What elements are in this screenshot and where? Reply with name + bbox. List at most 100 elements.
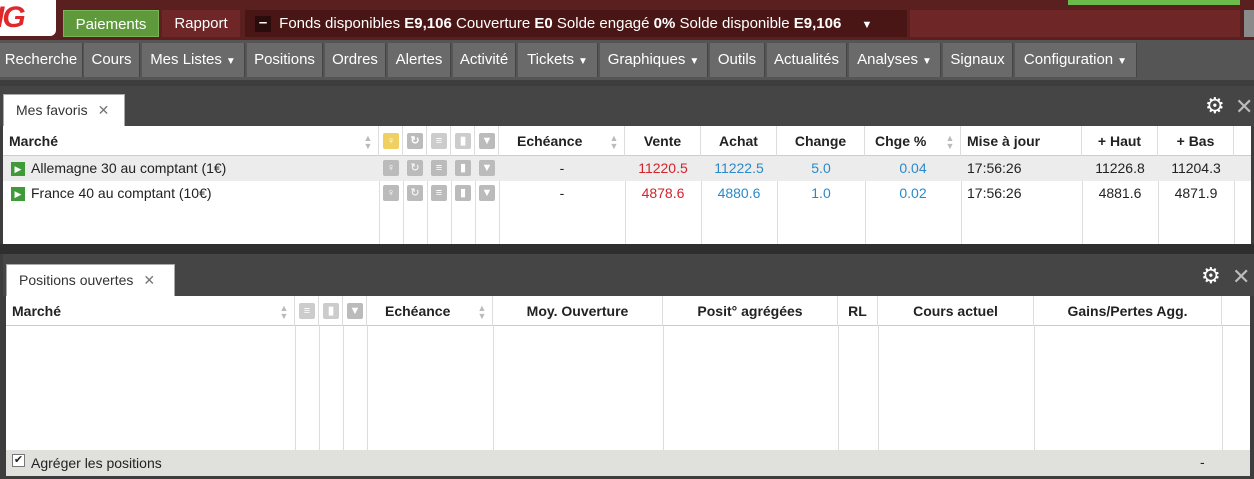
favoris-grid: Marché ▲ ▼ ♀ ↻ ≡ ▮ ▼ Echéance ▲ ▼ Vente Acha… (3, 126, 1251, 244)
row-vente[interactable]: 11220.5 (625, 156, 701, 181)
col-label: Marché (9, 133, 59, 149)
nav-label: Recherche (4, 51, 78, 68)
col-echeance[interactable]: Echéance ▲ ▼ (499, 126, 625, 156)
nav-cours[interactable]: Cours (84, 43, 140, 77)
close-panel-icon[interactable]: ✕ (1235, 94, 1253, 120)
alert-icon[interactable]: ♀ (383, 185, 399, 201)
col-label: + Bas (1176, 133, 1215, 149)
sort-icon[interactable]: ▲ ▼ (608, 134, 620, 151)
row-vente[interactable]: 4878.6 (625, 181, 701, 206)
nav-analyses[interactable]: Analyses ▼ (849, 43, 941, 77)
col-moy-ouverture[interactable]: Moy. Ouverture (493, 296, 663, 326)
nav-mes-listes[interactable]: Mes Listes ▼ (142, 43, 245, 77)
play-icon[interactable]: ▶ (11, 187, 25, 201)
col-marche[interactable]: Marché ▲ ▼ (3, 126, 379, 156)
alert-icon[interactable]: ♀ (383, 160, 399, 176)
aggregate-checkbox[interactable]: ✔ (12, 454, 25, 467)
row-bas: 4871.9 (1174, 185, 1218, 201)
nav-actualites[interactable]: Actualités (767, 43, 847, 77)
row-marche[interactable]: France 40 au comptant (10€) (31, 181, 212, 206)
col-label: Moy. Ouverture (526, 303, 629, 319)
tab-mes-favoris[interactable]: Mes favoris ✕ (3, 94, 125, 126)
col-posit-agregees[interactable]: Posit° agrégées (663, 296, 838, 326)
col-cours-actuel[interactable]: Cours actuel (878, 296, 1034, 326)
close-panel-icon[interactable]: ✕ (1232, 264, 1250, 290)
caret-down-icon: ▼ (225, 56, 236, 67)
refresh-icon[interactable]: ↻ (407, 185, 423, 201)
account-summary[interactable]: – Fonds disponibles E9,106 Couverture E0… (245, 10, 907, 37)
panel-splitter[interactable] (0, 244, 1254, 254)
funds-label: Fonds disponibles (279, 15, 401, 32)
col-change[interactable]: Change (777, 126, 865, 156)
row-maj: 17:56:26 (967, 185, 1022, 201)
sort-icon[interactable]: ▲ ▼ (944, 134, 956, 151)
couverture-value: E0 (534, 15, 553, 32)
nav-label: Ordres (332, 51, 378, 68)
nav-activite[interactable]: Activité (453, 43, 516, 77)
play-icon[interactable]: ▶ (11, 162, 25, 176)
nav-configuration[interactable]: Configuration ▼ (1015, 43, 1137, 77)
table-row[interactable]: ▶ France 40 au comptant (10€) ♀ ↻ ≡ ▮ ▼ … (3, 181, 1251, 206)
nav-graphiques[interactable]: Graphiques ▼ (600, 43, 708, 77)
col-rl[interactable]: RL (838, 296, 878, 326)
col-label: Cours actuel (913, 303, 998, 319)
sort-icon[interactable]: ▲ ▼ (476, 304, 488, 321)
chart-icon[interactable]: ▮ (455, 160, 471, 176)
col-marche[interactable]: Marché ▲ ▼ (6, 296, 295, 326)
news-icon: ≡ (431, 133, 447, 149)
dispo-label: Solde disponible (679, 15, 790, 32)
col-vente[interactable]: Vente (625, 126, 701, 156)
close-icon[interactable]: ✕ (143, 272, 155, 288)
refresh-icon[interactable]: ↻ (407, 160, 423, 176)
logo-text: IG (0, 1, 26, 34)
col-chge-pct[interactable]: Chge % ▲ ▼ (865, 126, 961, 156)
nav-label: Configuration (1023, 51, 1114, 68)
nav-label: Analyses (857, 51, 918, 68)
sort-icon[interactable]: ▲ ▼ (278, 304, 290, 321)
col-maj[interactable]: Mise à jour (961, 126, 1082, 156)
positions-footer: ✔ Agréger les positions - (6, 450, 1250, 476)
row-maj: 17:56:26 (967, 160, 1022, 176)
nav-alertes[interactable]: Alertes (388, 43, 451, 77)
news-icon[interactable]: ≡ (431, 185, 447, 201)
refresh-icon: ↻ (407, 133, 423, 149)
col-echeance[interactable]: Echéance ▲ ▼ (367, 296, 493, 326)
chevron-down-icon[interactable]: ▼ (862, 19, 873, 31)
col-gains-pertes[interactable]: Gains/Pertes Agg. (1034, 296, 1222, 326)
gear-icon[interactable]: ⚙ (1201, 263, 1221, 289)
nav-outils[interactable]: Outils (710, 43, 765, 77)
col-menu: ▼ (343, 296, 367, 326)
nav-positions[interactable]: Positions (247, 43, 323, 77)
positions-grid: Marché ▲ ▼ ≡ ▮ ▼ Echéance ▲ ▼ Moy. Ouverture… (6, 296, 1250, 450)
col-haut[interactable]: + Haut (1082, 126, 1158, 156)
nav-signaux[interactable]: Signaux (943, 43, 1013, 77)
row-change: 1.0 (811, 185, 831, 201)
dropdown-icon[interactable]: ▼ (479, 185, 495, 201)
tab-positions-ouvertes[interactable]: Positions ouvertes ✕ (6, 264, 175, 296)
news-icon[interactable]: ≡ (431, 160, 447, 176)
row-achat[interactable]: 11222.5 (701, 156, 777, 181)
nav-recherche[interactable]: Recherche (0, 43, 83, 77)
sort-icon[interactable]: ▲ ▼ (362, 134, 374, 151)
nav-tickets[interactable]: Tickets ▼ (518, 43, 598, 77)
top-bar-fill (910, 10, 1240, 37)
table-row[interactable]: ▶ Allemagne 30 au comptant (1€) ♀ ↻ ≡ ▮ … (3, 156, 1251, 181)
rapport-button[interactable]: Rapport (162, 10, 240, 37)
engage-value: 0% (653, 15, 676, 32)
col-label: Posit° agrégées (697, 303, 803, 319)
col-news: ≡ (427, 126, 451, 156)
nav-ordres[interactable]: Ordres (325, 43, 386, 77)
collapse-icon[interactable]: – (255, 15, 271, 33)
row-marche[interactable]: Allemagne 30 au comptant (1€) (31, 156, 226, 181)
gear-icon[interactable]: ⚙ (1205, 93, 1225, 119)
col-label: Achat (719, 133, 758, 149)
row-achat[interactable]: 4880.6 (701, 181, 777, 206)
close-icon[interactable]: ✕ (98, 102, 110, 118)
col-bas[interactable]: + Bas (1158, 126, 1234, 156)
paiements-button[interactable]: Paiements (63, 10, 159, 37)
row-change: 5.0 (811, 160, 831, 176)
chart-icon[interactable]: ▮ (455, 185, 471, 201)
dropdown-icon[interactable]: ▼ (479, 160, 495, 176)
col-achat[interactable]: Achat (701, 126, 777, 156)
nav-label: Activité (459, 51, 509, 68)
